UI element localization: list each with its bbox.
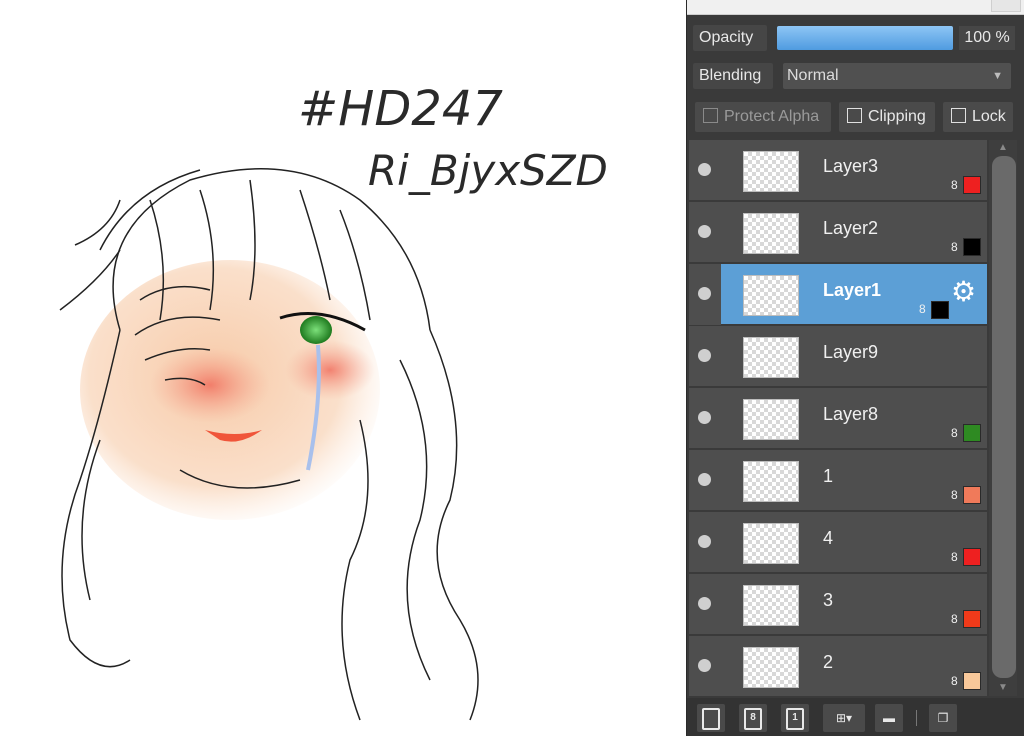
checkbox-icon xyxy=(951,108,966,123)
lock-checkbox[interactable]: Lock xyxy=(943,102,1013,132)
new-1bit-layer-icon: 1 xyxy=(786,707,804,730)
layer-name: Layer3 xyxy=(823,156,879,176)
opacity-slider-fill xyxy=(777,26,953,50)
layer-thumbnail xyxy=(743,213,799,254)
panel-close-button[interactable] xyxy=(991,0,1021,12)
layer-name: 1 xyxy=(823,466,834,486)
layer-toolbar: 8 1 ⊞▾ ▬ ❐ xyxy=(687,698,1024,736)
duplicate-layer-icon: ❐ xyxy=(937,711,949,725)
layer-thumbnail xyxy=(743,337,799,378)
layer-name: 2 xyxy=(823,652,834,672)
layer-color-swatch[interactable] xyxy=(963,238,981,256)
layer-row[interactable]: Layer3 8 xyxy=(689,140,987,201)
layer-color-swatch[interactable] xyxy=(963,424,981,442)
new-1bit-layer-button[interactable]: 1 xyxy=(781,704,809,732)
layer-name: Layer8 xyxy=(823,404,879,424)
layer-bit-depth: 8 xyxy=(951,178,958,192)
layer-bit-depth: 8 xyxy=(951,426,958,440)
blending-mode-select[interactable]: Normal ▼ xyxy=(783,63,1011,89)
blending-mode-value: Normal xyxy=(787,67,839,84)
new-layer-button[interactable] xyxy=(697,704,725,732)
layer-color-swatch[interactable] xyxy=(963,176,981,194)
add-layer-dropdown-icon: ⊞▾ xyxy=(835,711,853,725)
layer-color-swatch[interactable] xyxy=(963,610,981,628)
opacity-label: Opacity xyxy=(693,25,767,51)
scroll-down-icon[interactable]: ▼ xyxy=(998,682,1008,693)
new-8bit-layer-icon: 8 xyxy=(744,707,762,730)
visibility-toggle-icon[interactable] xyxy=(698,287,711,300)
layer-list: Layer3 8 Layer2 8 Layer1 8 ⚙ Layer9 Layer8 8 1 8 4 8 3… xyxy=(689,140,987,697)
layer-row[interactable]: 38 xyxy=(689,574,987,635)
layer-color-swatch[interactable] xyxy=(931,301,949,319)
layer-thumbnail xyxy=(743,151,799,192)
scrollbar-thumb[interactable] xyxy=(992,156,1016,678)
layer-bit-depth: 8 xyxy=(951,488,958,502)
layer-bit-depth: 8 xyxy=(951,550,958,564)
visibility-toggle-icon[interactable] xyxy=(698,225,711,238)
layer-name: 3 xyxy=(823,590,834,610)
layer-color-swatch[interactable] xyxy=(963,672,981,690)
layer-name: 4 xyxy=(823,528,834,548)
layer-row[interactable]: 48 xyxy=(689,512,987,573)
layer-thumbnail xyxy=(743,275,799,316)
new-folder-button[interactable]: ▬ xyxy=(875,704,903,732)
layer-bit-depth: 8 xyxy=(919,302,926,316)
protect-alpha-checkbox[interactable]: Protect Alpha xyxy=(695,102,831,132)
duplicate-layer-button[interactable]: ❐ xyxy=(929,704,957,732)
handwriting-line2: Ri_BjyxSZD xyxy=(368,146,608,195)
toolbar-separator xyxy=(916,710,917,726)
layer-row[interactable]: Layer2 8 xyxy=(689,202,987,263)
opacity-slider[interactable] xyxy=(777,26,953,50)
visibility-toggle-icon[interactable] xyxy=(698,163,711,176)
checkbox-icon xyxy=(847,108,862,123)
folder-icon: ▬ xyxy=(883,711,895,725)
chevron-down-icon: ▼ xyxy=(992,70,1003,82)
new-8bit-layer-button[interactable]: 8 xyxy=(739,704,767,732)
checkbox-icon xyxy=(703,108,718,123)
layer-name: Layer1 xyxy=(823,280,882,300)
handwriting-line1: #HD247 xyxy=(298,81,503,137)
drawing-canvas[interactable]: #HD247 Ri_BjyxSZD xyxy=(0,0,686,736)
layer-thumbnail xyxy=(743,523,799,564)
layer-thumbnail xyxy=(743,647,799,688)
artwork: #HD247 Ri_BjyxSZD xyxy=(59,81,608,721)
add-layer-dropdown-button[interactable]: ⊞▾ xyxy=(823,704,865,732)
layer-row[interactable]: Layer8 8 xyxy=(689,388,987,449)
visibility-toggle-icon[interactable] xyxy=(698,473,711,486)
blending-label: Blending xyxy=(693,63,773,89)
layer-bit-depth: 8 xyxy=(951,674,958,688)
layer-row[interactable]: Layer9 xyxy=(689,326,987,387)
layer-color-swatch[interactable] xyxy=(963,548,981,566)
layer-thumbnail xyxy=(743,399,799,440)
layer-thumbnail xyxy=(743,585,799,626)
layer-bit-depth: 8 xyxy=(951,240,958,254)
new-layer-icon xyxy=(702,707,720,730)
layer-list-scrollbar[interactable]: ▲ ▼ xyxy=(989,140,1017,696)
visibility-toggle-icon[interactable] xyxy=(698,659,711,672)
protect-alpha-label: Protect Alpha xyxy=(724,108,820,125)
layer-row[interactable]: 28 xyxy=(689,636,987,697)
layer-thumbnail xyxy=(743,461,799,502)
layer-panel: Opacity 100 % Blending Normal ▼ Protect … xyxy=(686,0,1024,736)
layer-bit-depth: 8 xyxy=(951,612,958,626)
layer-row[interactable]: 18 xyxy=(689,450,987,511)
visibility-toggle-icon[interactable] xyxy=(698,597,711,610)
layer-name: Layer2 xyxy=(823,218,879,238)
opacity-value: 100 % xyxy=(959,26,1015,50)
clipping-checkbox[interactable]: Clipping xyxy=(839,102,935,132)
clipping-label: Clipping xyxy=(868,108,926,125)
gear-icon[interactable]: ⚙ xyxy=(951,278,976,306)
panel-titlebar xyxy=(687,0,1024,15)
visibility-toggle-icon[interactable] xyxy=(698,411,711,424)
visibility-toggle-icon[interactable] xyxy=(698,349,711,362)
layer-name: Layer9 xyxy=(823,342,879,362)
layer-color-swatch[interactable] xyxy=(963,486,981,504)
layer-row[interactable]: Layer1 8 ⚙ xyxy=(689,264,987,325)
scroll-up-icon[interactable]: ▲ xyxy=(998,142,1008,153)
visibility-toggle-icon[interactable] xyxy=(698,535,711,548)
lock-label: Lock xyxy=(972,108,1006,125)
